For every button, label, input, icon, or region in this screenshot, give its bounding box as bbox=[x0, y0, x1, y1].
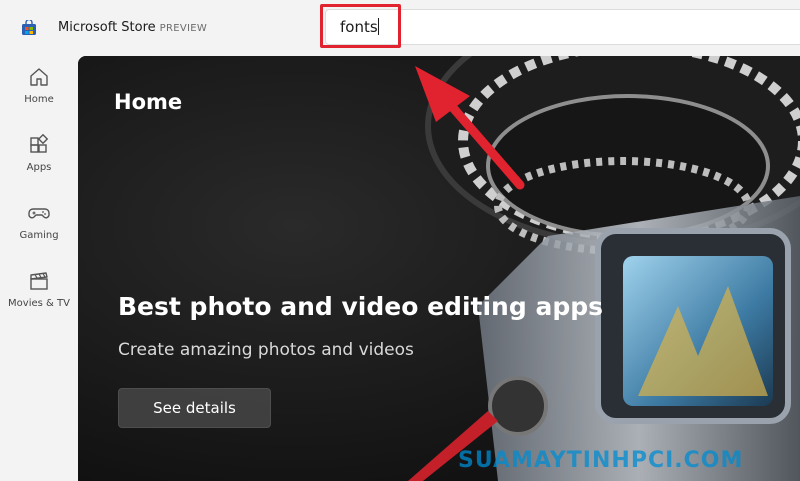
sidebar-item-label: Apps bbox=[26, 162, 52, 173]
sidebar-item-label: Gaming bbox=[19, 230, 59, 241]
store-icon bbox=[21, 18, 37, 36]
sidebar-item-gaming[interactable]: Gaming bbox=[0, 202, 78, 266]
title-bar: Microsoft Store PREVIEW fonts bbox=[0, 0, 800, 56]
home-icon bbox=[0, 66, 78, 88]
clapperboard-icon bbox=[0, 270, 78, 292]
apps-icon bbox=[0, 134, 78, 156]
preview-tag: PREVIEW bbox=[159, 23, 208, 34]
page-title: Home bbox=[114, 90, 183, 114]
promo-subtitle: Create amazing photos and videos bbox=[118, 340, 414, 360]
see-details-button[interactable]: See details bbox=[118, 388, 271, 428]
search-highlight-box bbox=[320, 4, 401, 48]
sidebar-item-home[interactable]: Home bbox=[0, 66, 78, 130]
promo-title: Best photo and video editing apps bbox=[118, 292, 603, 321]
sidebar: Home Apps Gaming Movies & TV bbox=[0, 56, 78, 481]
app-name: Microsoft Store bbox=[58, 20, 156, 35]
sidebar-item-label: Movies & TV bbox=[8, 298, 70, 309]
app-title: Microsoft Store PREVIEW bbox=[58, 20, 207, 35]
sidebar-item-movies-tv[interactable]: Movies & TV bbox=[0, 270, 78, 334]
hero-banner[interactable]: Home Best photo and video editing apps C… bbox=[78, 56, 800, 481]
watermark: SUAMAYTINHPCI.COM bbox=[458, 448, 744, 473]
sidebar-item-label: Home bbox=[24, 94, 54, 105]
sidebar-item-apps[interactable]: Apps bbox=[0, 134, 78, 198]
gamepad-icon bbox=[0, 202, 78, 224]
